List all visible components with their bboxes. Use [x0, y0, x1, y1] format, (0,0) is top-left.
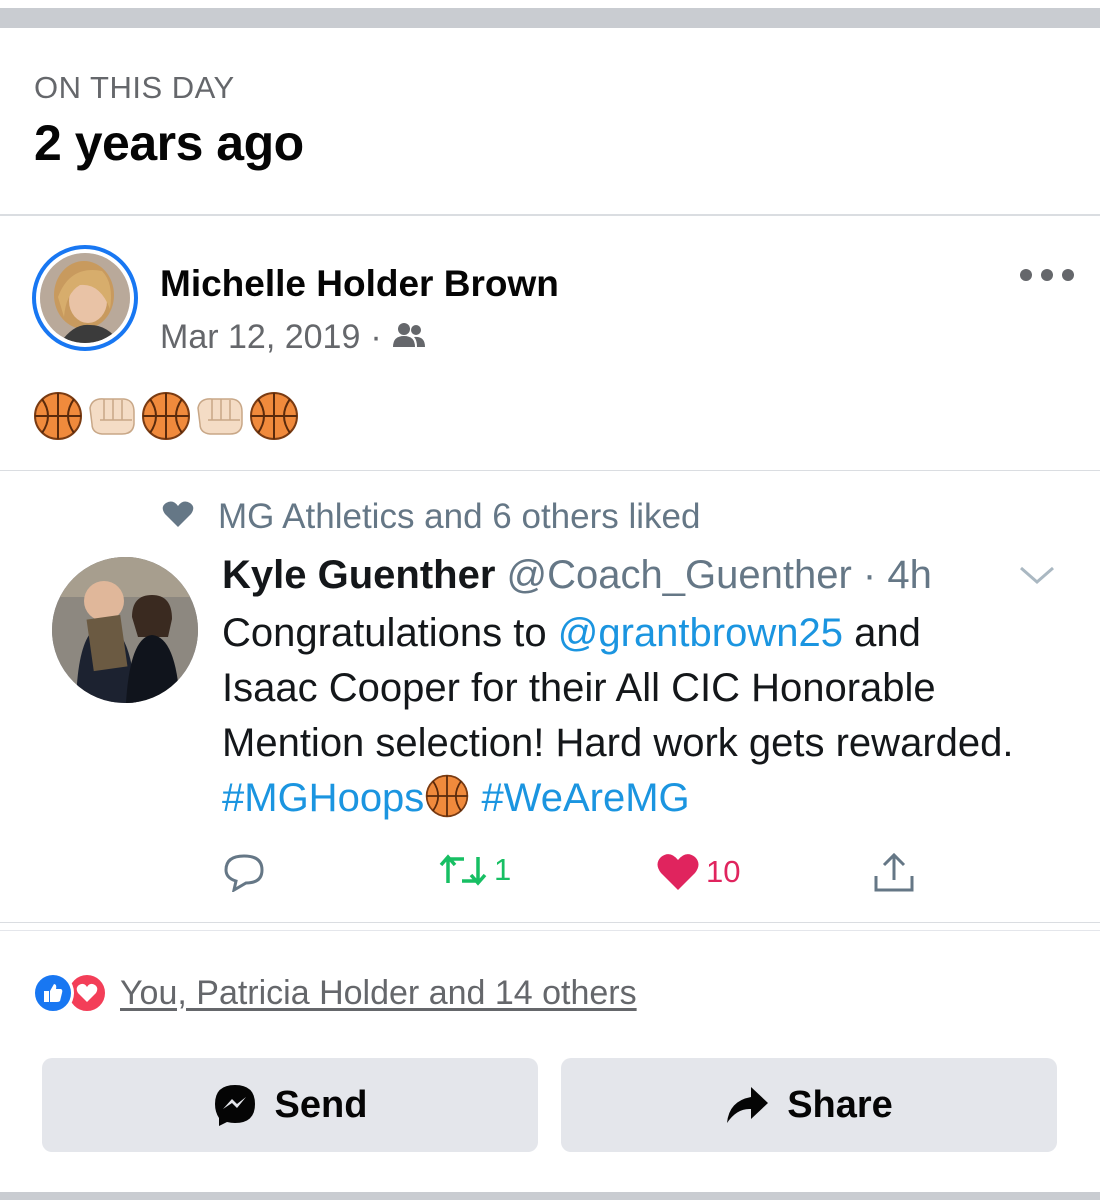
retweet-count: 1: [494, 852, 512, 887]
tweet-author-avatar[interactable]: [52, 557, 198, 703]
tweet-author-name[interactable]: Kyle Guenther: [222, 553, 495, 597]
chevron-down-icon[interactable]: [1018, 564, 1056, 586]
post-meta: Mar 12, 2019 ·: [160, 318, 426, 357]
like-reaction-icon: [32, 972, 74, 1014]
memory-title: 2 years ago: [34, 115, 304, 171]
tweet-text-part: Congratulations to: [222, 611, 558, 655]
basketball-emoji: [34, 392, 82, 440]
top-bar: [0, 0, 1100, 28]
like-count: 10: [706, 854, 741, 889]
fist-bump-emoji: [89, 398, 135, 435]
reactions-text[interactable]: You, Patricia Holder and 14 others: [120, 974, 637, 1013]
tweet-context: MG Athletics and 6 others liked: [162, 497, 700, 537]
reactions-divider: [0, 930, 1100, 931]
tweet-share-button[interactable]: [872, 852, 916, 894]
upload-share-icon: [874, 852, 914, 892]
author-avatar[interactable]: [32, 245, 138, 351]
hashtag-link[interactable]: #WeAreMG: [481, 776, 689, 820]
basketball-emoji: [142, 392, 190, 440]
tweet-author-handle[interactable]: @Coach_Guenther: [507, 553, 852, 597]
post-date[interactable]: Mar 12, 2019: [160, 318, 360, 357]
heart-icon: [657, 854, 699, 890]
tweet-header: Kyle Guenther @Coach_Guenther · 4h: [222, 553, 932, 598]
tweet-top-divider: [0, 470, 1100, 471]
send-label: Send: [274, 1083, 368, 1126]
share-arrow-icon: [727, 1087, 769, 1123]
share-button[interactable]: Share: [561, 1058, 1057, 1152]
memory-header: ON THIS DAY 2 years ago: [34, 70, 304, 172]
tweet-reply-button[interactable]: [222, 852, 266, 892]
post-emoji-row: [32, 390, 300, 442]
share-label: Share: [787, 1083, 893, 1126]
send-button[interactable]: Send: [42, 1058, 538, 1152]
basketball-emoji: [250, 392, 298, 440]
heart-icon: [162, 497, 194, 537]
retweet-icon: [439, 854, 487, 886]
tweet-context-text: MG Athletics and 6 others liked: [218, 497, 701, 536]
tweet-retweet-button[interactable]: 1: [438, 852, 511, 888]
tweet-text: Congratulations to @grantbrown25 and Isa…: [222, 606, 1022, 826]
reactions-summary[interactable]: You, Patricia Holder and 14 others: [32, 972, 637, 1014]
more-options-icon[interactable]: [1020, 262, 1074, 288]
messenger-icon: [214, 1085, 255, 1126]
tweet-bottom-divider: [0, 922, 1100, 923]
tweet-like-button[interactable]: 10: [656, 852, 740, 892]
author-photo: [40, 253, 130, 343]
tweet-time: · 4h: [862, 553, 932, 597]
header-divider: [0, 214, 1100, 216]
bottom-bar: [0, 1192, 1100, 1200]
memory-kicker: ON THIS DAY: [34, 70, 235, 105]
author-name[interactable]: Michelle Holder Brown: [160, 263, 559, 305]
meta-separator: ·: [370, 318, 382, 356]
reply-icon: [224, 854, 264, 892]
hashtag-link[interactable]: #MGHoops: [222, 776, 424, 820]
fist-bump-emoji: [197, 398, 243, 435]
friends-icon: [392, 318, 426, 357]
basketball-emoji: [426, 774, 469, 818]
tweet-mention-link[interactable]: @grantbrown25: [558, 611, 843, 655]
